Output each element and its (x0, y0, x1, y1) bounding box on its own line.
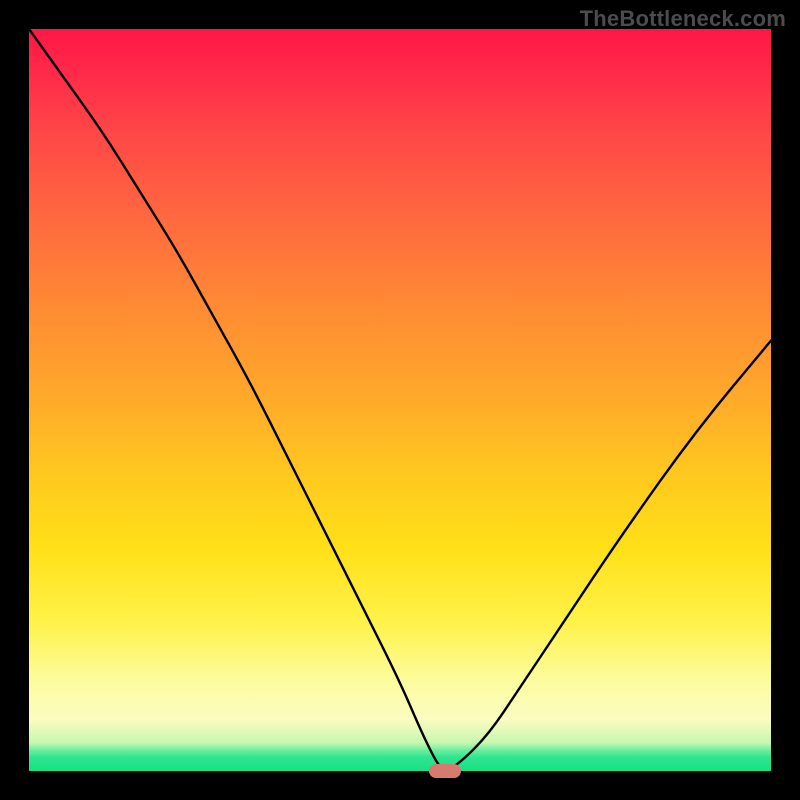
plot-area (29, 29, 771, 771)
watermark-text: TheBottleneck.com (580, 6, 786, 32)
chart-frame: TheBottleneck.com (0, 0, 800, 800)
bottleneck-curve (29, 29, 771, 771)
optimal-point-marker (429, 764, 461, 778)
